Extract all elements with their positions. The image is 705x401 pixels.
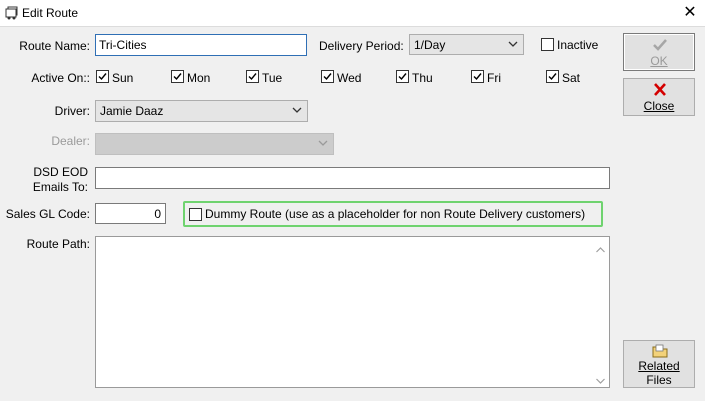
title-bar: Edit Route ✕ (0, 0, 705, 27)
dealer-select (95, 133, 334, 155)
delivery-period-select[interactable]: 1/Day (409, 34, 524, 55)
red-x-icon (652, 82, 668, 100)
scroll-up-icon[interactable] (595, 243, 606, 253)
close-button[interactable]: Close (623, 78, 695, 116)
close-label: Close (643, 99, 675, 113)
dummy-route-checkbox[interactable] (189, 208, 202, 221)
tue-label: Tue (262, 71, 283, 85)
dsd-eod-label-line1: DSD EOD (33, 165, 88, 179)
route-name-value: Tri-Cities (99, 38, 147, 52)
driver-label: Driver: (54, 104, 90, 118)
route-path-label: Route Path: (26, 237, 90, 251)
window-close-icon[interactable]: ✕ (680, 3, 700, 23)
inactive-label: Inactive (557, 38, 599, 52)
route-name-input[interactable]: Tri-Cities (95, 34, 307, 56)
sun-checkbox[interactable] (96, 70, 109, 83)
driver-value: Jamie Daaz (100, 104, 164, 118)
app-icon (5, 6, 19, 20)
tue-checkbox[interactable] (246, 70, 259, 83)
wed-label: Wed (337, 71, 362, 85)
related-files-label-line1: Related (638, 359, 680, 373)
window-title: Edit Route (22, 6, 79, 20)
dsd-eod-label-line2: Emails To: (32, 180, 88, 194)
sales-gl-code-input[interactable]: 0 (95, 203, 166, 224)
delivery-period-label: Delivery Period: (319, 39, 404, 53)
wed-checkbox[interactable] (321, 70, 334, 83)
mon-checkbox[interactable] (171, 70, 184, 83)
fri-label: Fri (487, 71, 501, 85)
route-path-value (96, 237, 609, 240)
related-files-button[interactable]: Related Files (623, 340, 695, 388)
route-name-label: Route Name: (19, 39, 90, 53)
scroll-down-icon[interactable] (595, 374, 606, 384)
chevron-down-icon (291, 103, 303, 117)
fri-checkbox[interactable] (471, 70, 484, 83)
chevron-down-icon (507, 37, 519, 51)
dsd-eod-emails-value (96, 168, 609, 171)
sales-gl-code-label: Sales GL Code: (5, 207, 90, 221)
thu-label: Thu (412, 71, 433, 85)
sales-gl-code-value: 0 (154, 207, 161, 221)
route-path-textarea[interactable] (95, 236, 610, 388)
sat-label: Sat (562, 71, 581, 85)
active-on-label: Active On:: (31, 71, 90, 85)
dummy-route-label: Dummy Route (use as a placeholder for no… (205, 207, 586, 221)
ok-label: OK (650, 54, 668, 68)
driver-select[interactable]: Jamie Daaz (95, 100, 308, 122)
delivery-period-value: 1/Day (414, 38, 446, 52)
dealer-label: Dealer: (51, 134, 90, 148)
dsd-eod-emails-input[interactable] (95, 167, 610, 189)
related-files-label-line2: Files (646, 373, 672, 387)
sun-label: Sun (112, 71, 134, 85)
sat-checkbox[interactable] (546, 70, 559, 83)
chevron-down-icon (317, 136, 329, 150)
inactive-checkbox[interactable] (541, 38, 554, 51)
ok-button[interactable]: OK (623, 33, 695, 71)
thu-checkbox[interactable] (396, 70, 409, 83)
mon-label: Mon (187, 71, 211, 85)
